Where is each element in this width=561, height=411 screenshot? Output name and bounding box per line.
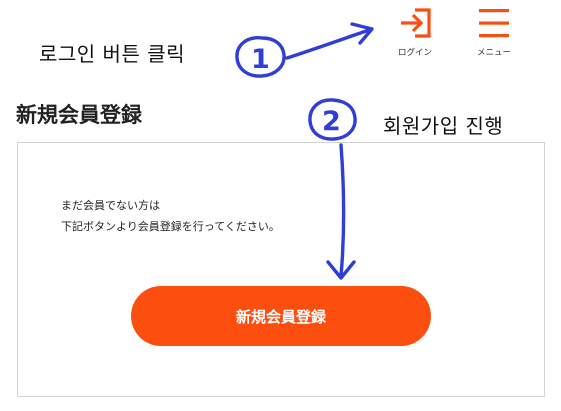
step2-annotation-text: 회원가입 진행 (383, 114, 504, 138)
step2-circle (308, 98, 357, 141)
menu-label: メニュー (476, 48, 511, 58)
login-button[interactable]: ログイン (389, 6, 441, 58)
description-line-1: まだ会員でない方は (61, 199, 160, 212)
description-line-2: 下記ボタンより会員登録を行ってください。 (61, 220, 280, 233)
login-icon (401, 8, 431, 38)
step2-number: 2 (322, 106, 341, 137)
step1-number: 1 (251, 44, 270, 75)
step1-circle (235, 36, 286, 78)
login-label: ログイン (397, 48, 432, 58)
step1-annotation-text: 로그인 버튼 클릭 (39, 42, 186, 66)
registration-description: まだ会員でない方は 下記ボタンより会員登録を行ってください。 (61, 195, 280, 237)
new-member-registration-button[interactable]: 新規会員登録 (131, 286, 431, 346)
page-title: 新規会員登録 (16, 103, 142, 127)
step1-arrow-shaft (285, 28, 371, 60)
menu-button[interactable]: メニュー (468, 6, 520, 58)
step1-arrow-head (350, 22, 374, 45)
hamburger-menu-icon (479, 9, 509, 38)
registration-card: まだ会員でない方は 下記ボタンより会員登録を行ってください。 新規会員登録 (17, 142, 545, 397)
page: ログイン メニュー 로그인 버튼 클릭 회원가입 진행 新規会員登録 まだ会員で… (0, 0, 561, 411)
